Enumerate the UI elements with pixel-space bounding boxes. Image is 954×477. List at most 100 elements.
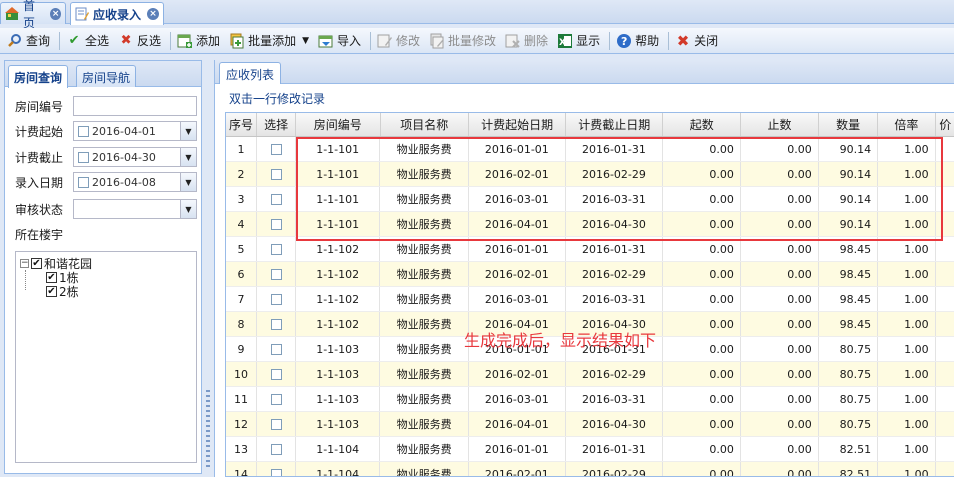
fee-start-date-input[interactable]: 2016-04-01 ▼ xyxy=(73,121,197,141)
table-row[interactable]: 13 1-1-104 物业服务费 2016-01-01 2016-01-31 0.00 0.… xyxy=(226,437,954,462)
table-row[interactable]: 12 1-1-103 物业服务费 2016-04-01 2016-04-30 0.00 0.… xyxy=(226,412,954,437)
cell-quantity: 98.45 xyxy=(819,287,879,311)
tab-receivable-list[interactable]: 应收列表 xyxy=(219,62,282,84)
panel-splitter[interactable] xyxy=(204,60,212,474)
tab-room-nav[interactable]: 房间导航 xyxy=(76,65,137,87)
fee-start-checkbox[interactable] xyxy=(78,125,89,137)
table-row[interactable]: 14 1-1-104 物业服务费 2016-02-01 2016-02-29 0.00 0.… xyxy=(226,462,954,476)
invert-selection-button[interactable]: ✖ 反选 xyxy=(115,30,164,52)
close-icon[interactable]: × xyxy=(50,7,61,20)
row-checkbox[interactable] xyxy=(270,443,282,455)
cell-row-select[interactable] xyxy=(257,387,296,411)
fee-start-label: 计费起始 xyxy=(15,124,64,139)
cell-multiplier: 1.00 xyxy=(878,362,936,386)
tree-node-root[interactable]: − ✔ 和谐花园 xyxy=(20,256,92,271)
entry-date-input[interactable]: 2016-04-08 ▼ xyxy=(73,172,197,192)
audit-status-select[interactable]: ▼ xyxy=(73,199,197,219)
table-row[interactable]: 10 1-1-103 物业服务费 2016-02-01 2016-02-29 0.00 0.… xyxy=(226,362,954,387)
row-checkbox[interactable] xyxy=(270,218,282,230)
cell-row-select[interactable] xyxy=(257,462,296,476)
display-label: 显示 xyxy=(576,34,601,48)
col-header-start-date[interactable]: 计费起始日期 xyxy=(469,113,567,136)
cell-row-select[interactable] xyxy=(257,137,296,161)
chevron-down-icon[interactable]: ▼ xyxy=(180,173,196,191)
cell-quantity: 80.75 xyxy=(819,412,879,436)
batch-add-button[interactable]: 批量添加 ▼ xyxy=(226,30,312,52)
tree-node-building-2[interactable]: ✔ 2栋 xyxy=(46,284,79,299)
row-checkbox[interactable] xyxy=(270,193,282,205)
room-no-input[interactable] xyxy=(73,96,197,116)
row-checkbox[interactable] xyxy=(270,343,282,355)
import-button[interactable]: 导入 xyxy=(315,30,364,52)
row-checkbox[interactable] xyxy=(270,243,282,255)
row-checkbox[interactable] xyxy=(270,393,282,405)
col-header-select[interactable]: 选择 xyxy=(257,113,297,136)
col-header-no[interactable]: 序号 xyxy=(226,113,258,136)
row-checkbox[interactable] xyxy=(270,268,282,280)
cell-row-select[interactable] xyxy=(257,437,296,461)
cell-price xyxy=(936,462,954,476)
col-header-quantity[interactable]: 数量 xyxy=(819,113,879,136)
tree-checkbox[interactable]: ✔ xyxy=(46,285,57,297)
row-checkbox[interactable] xyxy=(270,293,282,305)
cell-row-select[interactable] xyxy=(257,212,296,236)
table-row[interactable]: 7 1-1-102 物业服务费 2016-03-01 2016-03-31 0.00 0.0… xyxy=(226,287,954,312)
chevron-down-icon[interactable]: ▼ xyxy=(180,200,196,218)
close-button[interactable]: ✖ 关闭 xyxy=(672,30,721,52)
cell-row-select[interactable] xyxy=(257,162,296,186)
cell-row-select[interactable] xyxy=(257,237,296,261)
fee-end-checkbox[interactable] xyxy=(78,151,89,163)
row-checkbox[interactable] xyxy=(270,318,282,330)
cell-row-select[interactable] xyxy=(257,187,296,211)
col-header-end-date[interactable]: 计费截止日期 xyxy=(566,113,664,136)
search-icon xyxy=(7,33,23,49)
entry-date-checkbox[interactable] xyxy=(78,176,89,188)
table-row[interactable]: 11 1-1-103 物业服务费 2016-03-01 2016-03-31 0.00 0.… xyxy=(226,387,954,412)
row-checkbox[interactable] xyxy=(270,468,282,476)
collapse-icon[interactable]: − xyxy=(20,258,29,268)
home-icon xyxy=(5,6,19,21)
check-icon: ✔ xyxy=(68,33,80,48)
display-button[interactable]: X 显示 xyxy=(554,30,603,52)
cell-row-select[interactable] xyxy=(257,362,296,386)
fee-start-row: 计费起始 2016-04-01 ▼ xyxy=(15,120,197,142)
chevron-down-icon[interactable]: ▼ xyxy=(180,148,196,166)
cell-row-select[interactable] xyxy=(257,312,296,336)
cell-item-name: 物业服务费 xyxy=(380,362,469,386)
row-checkbox[interactable] xyxy=(270,418,282,430)
col-header-room-no[interactable]: 房间编号 xyxy=(296,113,381,136)
tab-home[interactable]: 首页 × xyxy=(0,0,66,30)
col-header-price[interactable]: 价 xyxy=(936,113,954,136)
tree-checkbox[interactable]: ✔ xyxy=(31,257,42,269)
row-checkbox[interactable] xyxy=(270,143,282,155)
chevron-down-icon[interactable]: ▼ xyxy=(180,122,196,140)
tree-checkbox[interactable]: ✔ xyxy=(46,271,57,283)
query-button[interactable]: 查询 xyxy=(4,30,53,52)
col-header-end-reading[interactable]: 止数 xyxy=(741,113,819,136)
col-header-start-reading[interactable]: 起数 xyxy=(663,113,742,136)
table-row[interactable]: 6 1-1-102 物业服务费 2016-02-01 2016-02-29 0.00 0.0… xyxy=(226,262,954,287)
cell-row-select[interactable] xyxy=(257,287,296,311)
col-header-multiplier[interactable]: 倍率 xyxy=(878,113,936,136)
help-button[interactable]: ? 帮助 xyxy=(613,30,662,52)
fee-end-date-input[interactable]: 2016-04-30 ▼ xyxy=(73,147,197,167)
cell-row-select[interactable] xyxy=(257,262,296,286)
delete-button[interactable]: 删除 xyxy=(502,30,551,52)
batch-add-icon xyxy=(229,33,245,49)
close-icon[interactable]: × xyxy=(147,8,159,20)
chevron-down-icon[interactable]: ▼ xyxy=(302,36,309,46)
tab-room-query[interactable]: 房间查询 xyxy=(8,65,69,88)
cell-row-select[interactable] xyxy=(257,337,296,361)
batch-modify-button[interactable]: 批量修改 xyxy=(426,30,499,52)
fee-end-value: 2016-04-30 xyxy=(92,150,156,164)
modify-button[interactable]: 修改 xyxy=(374,30,423,52)
tab-receivable-entry[interactable]: 应收录入 × xyxy=(70,2,164,25)
add-button[interactable]: 添加 xyxy=(174,30,223,52)
cell-end-reading: 0.00 xyxy=(741,437,819,461)
col-header-item-name[interactable]: 项目名称 xyxy=(381,113,470,136)
select-all-button[interactable]: ✔ 全选 xyxy=(63,30,112,52)
row-checkbox[interactable] xyxy=(270,368,282,380)
splitter-grip[interactable] xyxy=(206,390,210,470)
cell-row-select[interactable] xyxy=(257,412,296,436)
row-checkbox[interactable] xyxy=(270,168,282,180)
